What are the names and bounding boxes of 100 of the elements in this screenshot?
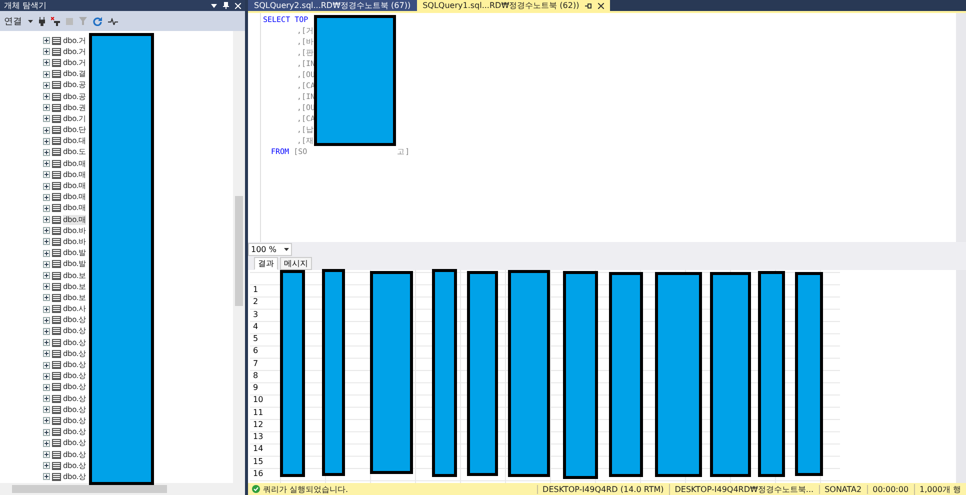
editor-scrollbar[interactable] bbox=[956, 13, 966, 242]
row-number: 8 bbox=[252, 370, 258, 382]
row-number: 2 bbox=[252, 296, 258, 308]
expand-icon[interactable] bbox=[43, 204, 50, 212]
expand-icon[interactable] bbox=[43, 138, 50, 145]
document-tab[interactable]: SQLQuery1.sql...RD₩정경수노트북 (62)) bbox=[416, 0, 610, 11]
table-icon bbox=[52, 114, 61, 123]
row-number: 1 bbox=[252, 284, 258, 296]
table-icon bbox=[52, 327, 61, 336]
table-icon bbox=[52, 350, 61, 358]
expand-icon[interactable] bbox=[43, 182, 50, 190]
expand-icon[interactable] bbox=[43, 260, 50, 268]
dropdown-icon[interactable] bbox=[28, 20, 33, 22]
row-number: 4 bbox=[252, 320, 258, 333]
vertical-scrollbar[interactable] bbox=[233, 31, 245, 483]
table-icon bbox=[52, 126, 61, 134]
expand-icon[interactable] bbox=[43, 362, 50, 369]
table-icon bbox=[52, 416, 61, 425]
table-icon bbox=[52, 92, 61, 101]
row-number: 12 bbox=[252, 418, 264, 431]
expand-icon[interactable] bbox=[43, 93, 50, 100]
grid-scrollbar[interactable] bbox=[956, 270, 966, 483]
panel-title: 개체 탐색기 bbox=[4, 0, 48, 11]
row-number: 14 bbox=[252, 443, 264, 456]
expand-icon[interactable] bbox=[43, 417, 50, 424]
table-icon bbox=[52, 48, 61, 56]
row-count: 1,000개 행 bbox=[914, 484, 966, 494]
expand-icon[interactable] bbox=[43, 294, 50, 302]
expand-icon[interactable] bbox=[43, 238, 50, 246]
expand-icon[interactable] bbox=[43, 328, 50, 335]
expand-icon[interactable] bbox=[43, 171, 50, 178]
expand-icon[interactable] bbox=[43, 372, 50, 380]
expand-icon[interactable] bbox=[43, 473, 50, 480]
row-number: 11 bbox=[252, 406, 264, 418]
table-icon bbox=[52, 204, 61, 212]
dropdown-icon[interactable] bbox=[211, 4, 217, 8]
expand-icon[interactable] bbox=[43, 395, 50, 402]
table-icon bbox=[52, 462, 61, 470]
table-icon bbox=[52, 148, 61, 156]
expand-icon[interactable] bbox=[43, 316, 50, 324]
table-icon bbox=[52, 316, 61, 324]
expand-icon[interactable] bbox=[43, 384, 50, 391]
expand-icon[interactable] bbox=[43, 451, 50, 458]
expand-icon[interactable] bbox=[43, 440, 50, 447]
plug-icon[interactable] bbox=[39, 16, 45, 26]
server-name: DESKTOP-I49Q4RD (14.0 RTM) bbox=[536, 484, 669, 494]
table-icon bbox=[52, 394, 61, 403]
expand-icon[interactable] bbox=[43, 59, 50, 66]
expand-icon[interactable] bbox=[43, 37, 50, 44]
connect-button[interactable]: 연결 bbox=[4, 14, 22, 28]
expand-icon[interactable] bbox=[43, 428, 50, 436]
expand-icon[interactable] bbox=[43, 462, 50, 470]
expand-icon[interactable] bbox=[43, 48, 50, 56]
table-icon bbox=[52, 338, 61, 347]
expand-icon[interactable] bbox=[43, 406, 50, 414]
database-name: SONATA2 bbox=[818, 484, 867, 494]
table-icon bbox=[52, 238, 61, 246]
row-number: 3 bbox=[252, 308, 258, 320]
expand-icon[interactable] bbox=[43, 160, 50, 168]
table-icon bbox=[52, 249, 61, 258]
table-icon bbox=[52, 260, 61, 268]
table-icon bbox=[52, 383, 61, 392]
result-tab[interactable]: 결과 bbox=[254, 257, 278, 270]
expand-icon[interactable] bbox=[43, 115, 50, 122]
user-name: DESKTOP-I49Q4RD₩정경수노트북... bbox=[668, 484, 819, 494]
expand-icon[interactable] bbox=[43, 272, 50, 280]
row-number: 9 bbox=[252, 382, 258, 394]
success-icon bbox=[252, 485, 260, 493]
zoom-dropdown[interactable]: 100 % bbox=[248, 243, 292, 256]
expand-icon[interactable] bbox=[43, 104, 50, 112]
expand-icon[interactable] bbox=[43, 306, 50, 313]
table-icon bbox=[52, 182, 61, 190]
expand-icon[interactable] bbox=[43, 339, 50, 346]
expand-icon[interactable] bbox=[43, 82, 50, 89]
table-icon bbox=[52, 294, 61, 302]
status-message: 쿼리가 실행되었습니다. bbox=[263, 484, 348, 494]
horizontal-scrollbar[interactable] bbox=[0, 483, 245, 495]
expand-icon[interactable] bbox=[43, 194, 50, 201]
disconnect-icon[interactable] bbox=[51, 16, 60, 26]
expand-icon[interactable] bbox=[43, 227, 50, 234]
result-tab[interactable]: 메시지 bbox=[280, 257, 312, 270]
row-number: 7 bbox=[252, 358, 258, 370]
expand-icon[interactable] bbox=[43, 350, 50, 358]
expand-icon[interactable] bbox=[43, 70, 50, 78]
row-number: 16 bbox=[252, 468, 264, 480]
expand-icon[interactable] bbox=[43, 126, 50, 134]
pin-icon[interactable] bbox=[585, 2, 592, 8]
refresh-icon[interactable] bbox=[93, 16, 102, 26]
document-tab[interactable]: SQLQuery2.sql...RD₩정경수노트북 (67)) bbox=[248, 0, 417, 11]
expand-icon[interactable] bbox=[43, 148, 50, 156]
table-icon bbox=[52, 160, 61, 168]
expand-icon[interactable] bbox=[43, 216, 50, 224]
table-icon bbox=[52, 428, 61, 436]
table-icon bbox=[52, 361, 61, 370]
pin-icon[interactable] bbox=[223, 2, 229, 9]
dropdown-icon[interactable] bbox=[284, 248, 289, 251]
close-icon[interactable] bbox=[598, 2, 604, 8]
activity-icon[interactable] bbox=[108, 18, 118, 24]
expand-icon[interactable] bbox=[43, 283, 50, 290]
expand-icon[interactable] bbox=[43, 250, 50, 257]
